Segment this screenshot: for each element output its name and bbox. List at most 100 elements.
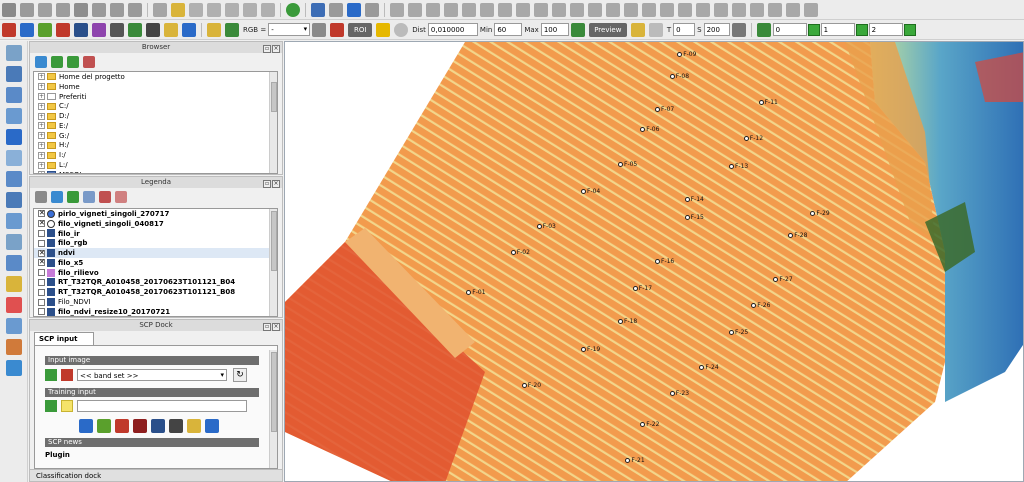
label-icon[interactable] <box>153 2 167 17</box>
legend-layer[interactable]: RT_T32TQR_A010458_20170623T101121_B08 <box>34 287 277 297</box>
layer-visibility-checkbox[interactable]: ✕ <box>38 210 45 218</box>
roi-button[interactable]: ROI <box>348 22 373 37</box>
post-action-icon[interactable] <box>133 419 147 433</box>
legend-scrollbar[interactable] <box>269 209 277 316</box>
delimited-text-icon[interactable] <box>5 339 22 355</box>
add-spatialite-icon[interactable] <box>5 87 22 103</box>
expand-all-icon[interactable] <box>83 191 95 203</box>
sample-point[interactable]: F-11 <box>758 99 778 106</box>
refresh-image-icon[interactable]: ↻ <box>233 368 247 382</box>
browser-item[interactable]: + G:/ <box>34 131 277 141</box>
scatter-plot-icon[interactable] <box>128 22 142 37</box>
add-part-icon[interactable] <box>480 2 494 17</box>
legend-layer[interactable]: ✕ pirlo_vigneti_singoli_270717 <box>34 209 277 219</box>
settings-action-icon[interactable] <box>187 419 201 433</box>
sample-point[interactable]: F-28 <box>788 232 807 239</box>
sample-point[interactable]: F-29 <box>810 210 830 217</box>
copy-icon[interactable] <box>110 2 124 17</box>
close-icon[interactable]: × <box>272 45 280 53</box>
layer-visibility-checkbox[interactable]: ✕ <box>38 259 45 267</box>
expand-icon[interactable]: + <box>38 141 45 149</box>
browser-tree[interactable]: + Home del progetto + Home + Preferiti + C:/ + D:… <box>33 71 278 174</box>
layer-visibility-checkbox[interactable] <box>38 298 45 306</box>
expand-icon[interactable]: + <box>38 171 45 173</box>
add-wcs-icon[interactable] <box>5 150 22 166</box>
sample-point[interactable]: F-15 <box>684 214 704 221</box>
rgb-combo[interactable]: - <box>268 23 311 36</box>
style-icon[interactable] <box>35 191 47 203</box>
browser-scrollbar[interactable] <box>269 72 277 173</box>
legend-layer[interactable]: ✕ filo_vigneti_singoli_040817 <box>34 219 277 229</box>
training-input-field[interactable] <box>77 400 247 412</box>
python-icon[interactable] <box>311 2 325 17</box>
open-training-icon[interactable] <box>45 400 57 412</box>
sample-point[interactable]: F-18 <box>618 318 637 325</box>
more-tools-icon[interactable] <box>804 2 818 17</box>
sample-point[interactable]: F-24 <box>699 364 719 371</box>
expand-icon[interactable]: + <box>38 92 45 100</box>
sample-point[interactable]: F-17 <box>632 285 652 292</box>
band-next-icon-1[interactable] <box>807 23 820 36</box>
change-label-icon[interactable] <box>261 2 275 17</box>
layer-visibility-checkbox[interactable] <box>38 229 45 237</box>
legend-layer[interactable]: filo_ndvi_resize10_20170721 <box>34 307 277 316</box>
add-vector-icon[interactable] <box>5 45 22 61</box>
sample-point[interactable]: F-02 <box>510 249 530 256</box>
sample-point[interactable]: F-27 <box>773 276 793 283</box>
legend-layer[interactable]: ✕ ndvi <box>34 248 277 258</box>
add-oracle-icon[interactable] <box>5 213 22 229</box>
raster-input-icon[interactable] <box>45 369 57 381</box>
expand-icon[interactable]: + <box>38 161 45 169</box>
reshape-icon[interactable] <box>552 2 566 17</box>
legend-layer[interactable]: filo_rgb <box>34 238 277 248</box>
globe-icon[interactable] <box>286 2 300 17</box>
rotate-symbols-icon[interactable] <box>660 2 674 17</box>
legend-layer[interactable]: filo_ir <box>34 229 277 239</box>
expand-icon[interactable]: + <box>38 132 45 140</box>
zoom-input-image-icon[interactable] <box>207 22 221 37</box>
sample-point[interactable]: F-16 <box>655 258 674 265</box>
classification-icon[interactable] <box>630 22 645 37</box>
save-edits-icon[interactable] <box>38 2 52 17</box>
sample-point[interactable]: F-22 <box>640 421 659 428</box>
browser-item[interactable]: + D:/ <box>34 111 277 121</box>
add-postgis-icon[interactable] <box>5 108 22 124</box>
browser-item[interactable]: + Preferiti <box>34 92 277 102</box>
download-icon[interactable] <box>20 22 34 37</box>
add-wms-icon[interactable] <box>5 129 22 145</box>
show-label-icon[interactable] <box>207 2 221 17</box>
redo-roi-icon[interactable] <box>394 22 409 37</box>
roi-pointer-icon[interactable] <box>330 22 345 37</box>
legend-layer[interactable]: Filo_NDVI <box>34 297 277 307</box>
expand-icon[interactable]: + <box>38 73 45 81</box>
delete-ring-icon[interactable] <box>516 2 530 17</box>
pin-label-icon[interactable] <box>189 2 203 17</box>
split-features-icon[interactable] <box>588 2 602 17</box>
browser-item[interactable]: + Home <box>34 82 277 92</box>
add-mssql-icon[interactable] <box>5 192 22 208</box>
band-processing-icon[interactable] <box>56 22 70 37</box>
scp-scrollbar[interactable] <box>269 350 277 468</box>
sample-point[interactable]: F-01 <box>466 289 486 296</box>
browser-item[interactable]: + I:/ <box>34 150 277 160</box>
label-tool-icon[interactable] <box>171 2 185 17</box>
sample-point[interactable]: F-21 <box>625 457 645 464</box>
trace-icon[interactable] <box>714 2 728 17</box>
browser-item[interactable]: + C:/ <box>34 101 277 111</box>
merge-features-icon[interactable] <box>624 2 638 17</box>
undo-icon[interactable] <box>390 2 404 17</box>
digitize-icon[interactable] <box>696 2 710 17</box>
fill-icon[interactable] <box>768 2 782 17</box>
browser-item[interactable]: + MSSQL <box>34 170 277 173</box>
sample-point[interactable]: F-04 <box>581 188 600 195</box>
edit-icon[interactable] <box>20 2 34 17</box>
fill-ring-icon[interactable] <box>498 2 512 17</box>
close-icon[interactable]: × <box>272 180 280 188</box>
plugin-icon[interactable] <box>329 2 343 17</box>
brush-icon[interactable] <box>365 2 379 17</box>
paste-icon[interactable] <box>128 2 142 17</box>
tools-icon[interactable] <box>146 22 160 37</box>
rotate-icon[interactable] <box>426 2 440 17</box>
add-db2-icon[interactable] <box>5 234 22 250</box>
preprocessing-icon[interactable] <box>38 22 52 37</box>
